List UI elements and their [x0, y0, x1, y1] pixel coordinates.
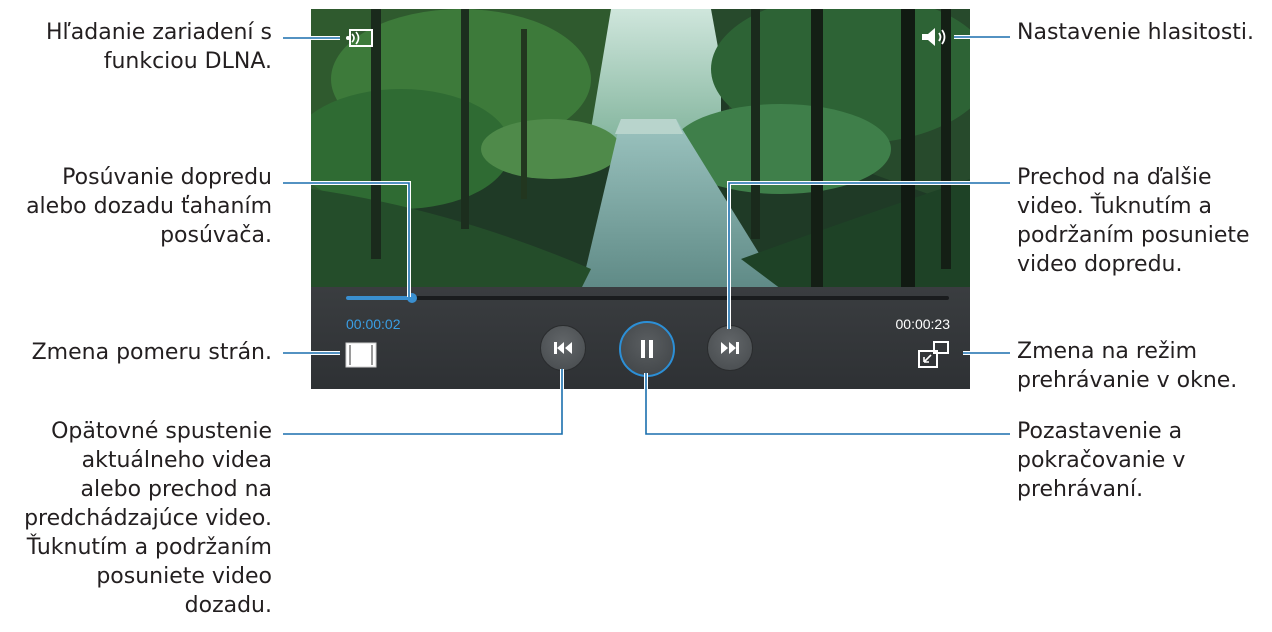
callout-volume: Nastavenie hlasitosti.: [1017, 20, 1255, 45]
leader-next: [728, 182, 1010, 329]
callout-pause-resume: Pozastavenie a pokračovanie v prehrávaní…: [1017, 419, 1186, 502]
callout-aspect-ratio: Zmena pomeru strán.: [31, 340, 272, 365]
callout-dlna-search: Hľadanie zariadení s funkciou DLNA.: [46, 20, 272, 74]
leader-pause: [645, 373, 1010, 435]
callout-popup-mode: Zmena na režim prehrávanie v okne.: [1017, 339, 1238, 393]
leader-previous: [283, 369, 563, 435]
callout-seek-drag: Posúvanie dopredu alebo dozadu ťahaním p…: [26, 165, 272, 248]
callout-restart-previous: Opätovné spustenie aktuálneho videa aleb…: [24, 419, 272, 618]
leader-seek: [283, 182, 410, 297]
callout-next-video: Prechod na ďalšie video. Ťuknutím a podr…: [1017, 165, 1250, 277]
